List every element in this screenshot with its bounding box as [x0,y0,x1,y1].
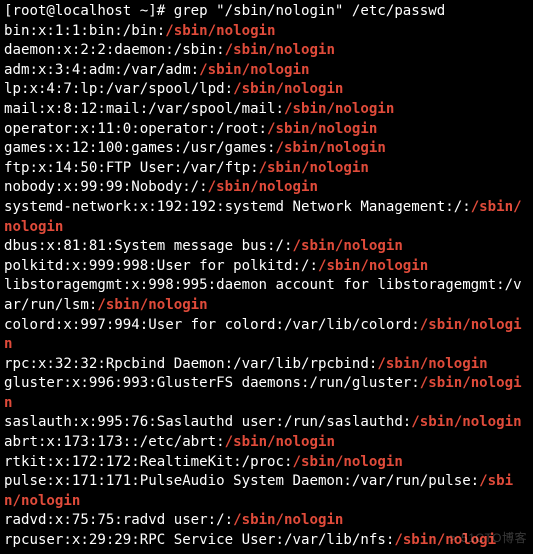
grep-match: /sbin/nologin [97,297,207,313]
grep-match: /sbin/nologin [199,62,309,78]
grep-match: /sbin/nologin [165,23,275,39]
shell-prompt: [root@localhost ~]# [4,3,174,19]
grep-match: /sbin/nologi [394,532,496,548]
grep-match: /sbin/nologin [233,81,343,97]
grep-match: /sbin/nologin [4,317,522,353]
grep-match: /sbin/nologin [293,454,403,470]
grep-match: /sbin/nologin [225,434,335,450]
grep-match: /sbin/nologin [267,121,377,137]
grep-output: bin:x:1:1:bin:/bin:/sbin/nologin daemon:… [4,23,522,548]
grep-match: /sbin/nologin [318,258,428,274]
grep-match: /sbin/nologin [284,101,394,117]
grep-match: /sbin/nologin [293,238,403,254]
terminal-output[interactable]: [root@localhost ~]# grep "/sbin/nologin"… [0,0,533,553]
grep-match: /sbin/nologin [225,42,335,58]
grep-match: /sbin/nologin [4,375,522,411]
grep-match: /sbin/nologin [276,140,386,156]
grep-match: /sbin/nologin [4,473,513,509]
grep-match: /sbin/nologin [4,199,522,235]
grep-match: /sbin/nologin [208,179,318,195]
grep-match: /sbin/nologin [411,414,521,430]
grep-match: /sbin/nologin [377,356,487,372]
command-text: grep "/sbin/nologin" /etc/passwd [174,3,446,19]
grep-match: /sbin/nologin [259,160,369,176]
grep-match: /sbin/nologin [233,512,343,528]
